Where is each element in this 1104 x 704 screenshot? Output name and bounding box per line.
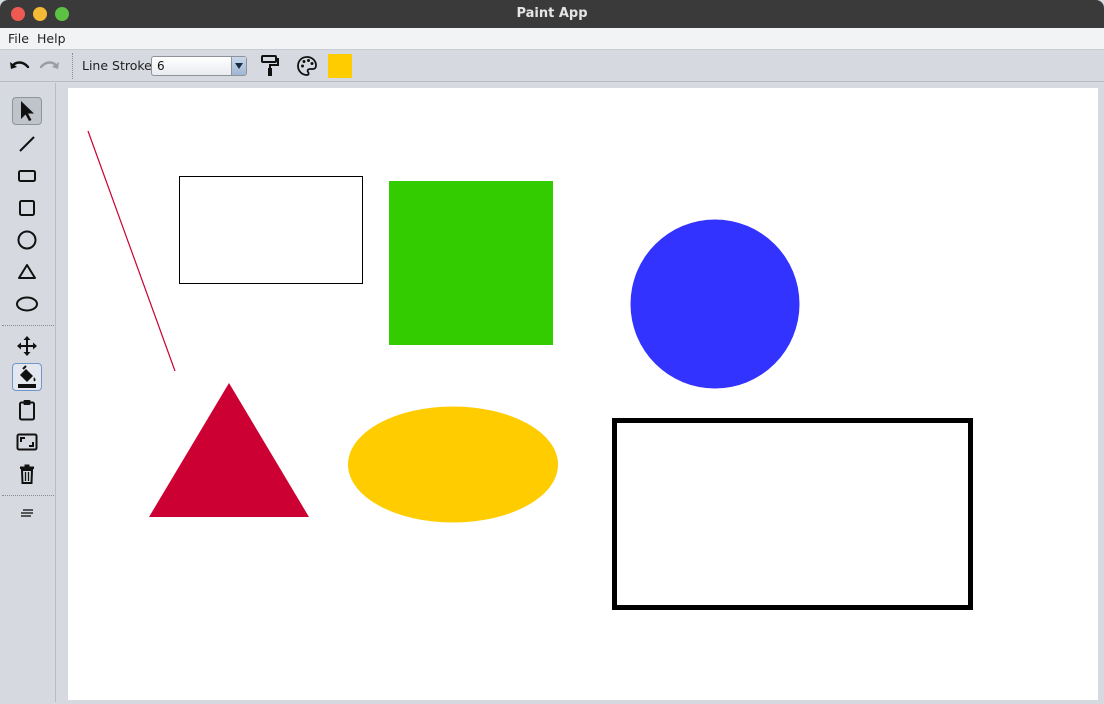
clipboard-icon bbox=[19, 400, 35, 421]
tool-line[interactable] bbox=[12, 130, 42, 158]
undo-icon bbox=[10, 61, 30, 69]
redo-button[interactable] bbox=[38, 54, 62, 78]
shape-line[interactable] bbox=[87, 130, 176, 372]
chevron-down-icon[interactable] bbox=[231, 57, 246, 75]
menu-file[interactable]: File bbox=[8, 31, 29, 46]
tool-ellipse[interactable] bbox=[12, 290, 42, 318]
square-icon bbox=[19, 200, 35, 216]
tool-move[interactable] bbox=[12, 332, 42, 360]
line-stroke-select[interactable]: 6 bbox=[151, 56, 247, 76]
menu-lines-icon bbox=[21, 509, 33, 517]
line-stroke-value: 6 bbox=[157, 59, 165, 73]
line-stroke-label: Line Stroke bbox=[82, 58, 152, 73]
tool-select[interactable] bbox=[12, 97, 42, 125]
tool-separator bbox=[2, 325, 54, 326]
undo-button[interactable] bbox=[7, 54, 31, 78]
tool-resize[interactable] bbox=[12, 428, 42, 456]
menu-bar: File Help bbox=[0, 28, 1104, 50]
tool-triangle[interactable] bbox=[12, 258, 42, 286]
paint-roller-button[interactable] bbox=[258, 54, 282, 78]
shape-circle-blue[interactable] bbox=[630, 219, 800, 389]
tool-rectangle[interactable] bbox=[12, 162, 42, 190]
resize-icon bbox=[16, 433, 38, 451]
color-palette-button[interactable] bbox=[295, 54, 319, 78]
menu-help[interactable]: Help bbox=[37, 31, 66, 46]
triangle-icon bbox=[18, 264, 36, 279]
circle-icon bbox=[17, 230, 37, 250]
cursor-icon bbox=[21, 101, 34, 121]
tool-more[interactable] bbox=[12, 499, 42, 527]
redo-icon bbox=[39, 61, 59, 69]
canvas-drawing bbox=[87, 130, 973, 610]
ellipse-icon bbox=[16, 296, 38, 312]
toolbar: Line Stroke 6 bbox=[0, 50, 1104, 82]
tool-fill[interactable] bbox=[12, 363, 42, 391]
tool-circle[interactable] bbox=[12, 226, 42, 254]
drawing-canvas[interactable] bbox=[68, 88, 1098, 700]
line-icon bbox=[19, 136, 35, 152]
shape-rectangle-thick[interactable] bbox=[612, 418, 973, 610]
tool-paste[interactable] bbox=[12, 396, 42, 424]
paint-app-window: Paint App File Help Line Stroke 6 bbox=[0, 0, 1104, 702]
shape-ellipse-yellow[interactable] bbox=[348, 406, 558, 523]
move-icon bbox=[17, 336, 37, 356]
shape-rectangle-thin[interactable] bbox=[179, 176, 363, 284]
window-title: Paint App bbox=[516, 6, 588, 21]
tool-palette bbox=[0, 83, 56, 702]
title-bar: Paint App bbox=[0, 0, 1104, 28]
tool-separator bbox=[2, 495, 54, 496]
shape-triangle-red[interactable] bbox=[149, 383, 309, 517]
palette-icon bbox=[297, 56, 317, 76]
toolbar-separator bbox=[72, 53, 73, 79]
rectangle-icon bbox=[18, 170, 36, 182]
tool-square[interactable] bbox=[12, 194, 42, 222]
current-color-swatch[interactable] bbox=[328, 54, 352, 78]
trash-icon bbox=[20, 464, 34, 484]
paint-roller-icon bbox=[261, 55, 279, 76]
paint-bucket-icon bbox=[18, 365, 36, 388]
shape-square-green[interactable] bbox=[389, 181, 553, 345]
tool-delete[interactable] bbox=[12, 460, 42, 488]
